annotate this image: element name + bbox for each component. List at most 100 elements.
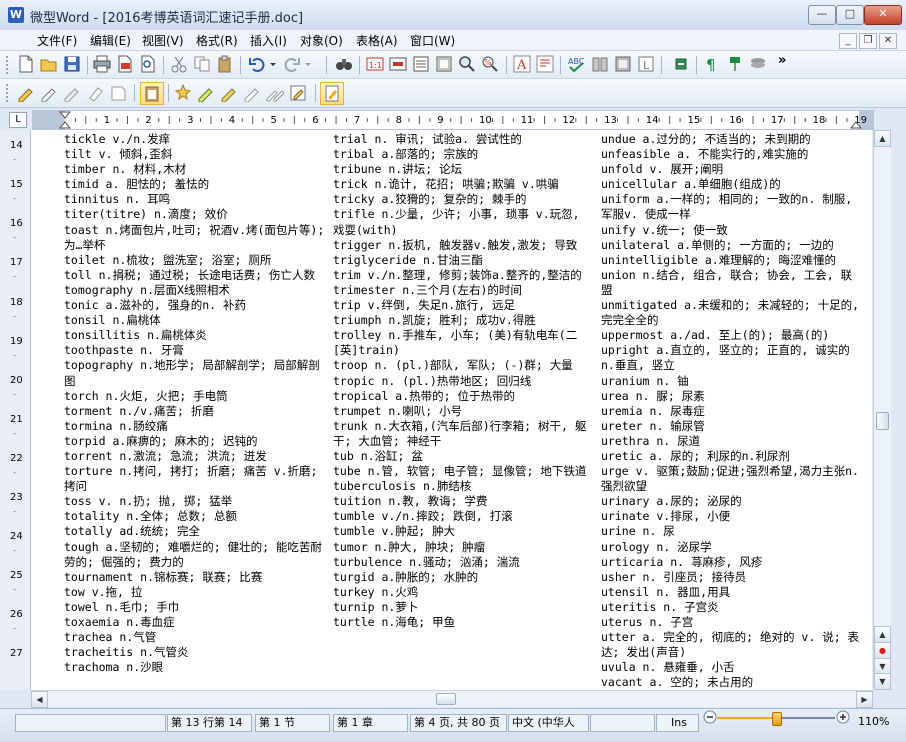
zoom-magnifier-icon[interactable]: [458, 55, 476, 73]
cut-icon[interactable]: [170, 55, 188, 73]
zoom-in-icon[interactable]: [836, 710, 850, 724]
percent-zoom-icon[interactable]: %: [481, 55, 499, 73]
table-icon[interactable]: [614, 55, 632, 73]
text-box-icon[interactable]: [536, 55, 554, 73]
copy-icon[interactable]: [193, 55, 211, 73]
horizontal-scrollbar[interactable]: ◀ ▶: [31, 690, 873, 708]
menu-insert[interactable]: 插入(I): [250, 32, 287, 49]
menu-file[interactable]: 文件(F): [37, 32, 77, 49]
status-empty: [590, 714, 655, 732]
columns-icon[interactable]: [591, 55, 609, 73]
menu-object[interactable]: 对象(O): [300, 32, 343, 49]
title-bar: W 微型Word - [2016考博英语词汇速记手册.doc] — □ ✕: [0, 0, 906, 31]
entry-line: uretic a. 尿的; 利尿的n.利尿剂: [601, 448, 790, 463]
menu-edit[interactable]: 编辑(E): [90, 32, 131, 49]
page-setup-icon[interactable]: [435, 55, 453, 73]
frame-icon[interactable]: L: [637, 55, 655, 73]
check-pen-icon[interactable]: [197, 84, 215, 102]
blank-pen-icon[interactable]: [109, 84, 127, 102]
redo-icon[interactable]: [283, 55, 301, 73]
word-app-icon[interactable]: W: [8, 7, 24, 23]
review-toggle-button[interactable]: [320, 82, 344, 105]
page-layout-icon[interactable]: [412, 55, 430, 73]
paragraph-mark-icon[interactable]: ¶: [703, 55, 721, 73]
scroll-up-icon[interactable]: ▲: [874, 130, 891, 147]
scroll-down-icon[interactable]: ▼: [874, 673, 891, 690]
vertical-ruler-number: 24: [10, 531, 23, 542]
format-brush-icon[interactable]: [726, 55, 744, 73]
minimize-button[interactable]: —: [808, 5, 836, 25]
entry-line: uranium n. 铀: [601, 373, 689, 388]
mark-star-icon[interactable]: [174, 84, 192, 102]
toolbar-grip[interactable]: [6, 84, 11, 102]
close-button[interactable]: ✕: [864, 5, 902, 25]
clipboard-toggle-button[interactable]: [140, 82, 164, 105]
entry-line: torpid a.麻痹的; 麻木的; 迟钝的: [64, 433, 258, 448]
entry-line: tough a.坚韧的; 难嚼烂的; 健壮的; 能吃苦耐劳的; 倔强的; 费力的: [64, 539, 322, 569]
spell-check-icon[interactable]: ABC: [567, 55, 585, 73]
undo-icon[interactable]: [248, 55, 266, 73]
sync-icon[interactable]: [672, 55, 690, 73]
eraser-pen-icon[interactable]: [63, 84, 81, 102]
print-icon[interactable]: [93, 55, 111, 73]
print-preview-icon[interactable]: [139, 55, 157, 73]
status-insert-mode[interactable]: Ins: [656, 714, 699, 732]
pdf-export-icon[interactable]: [116, 55, 134, 73]
menu-window[interactable]: 窗口(W): [410, 32, 455, 49]
entry-line: tilt v. 倾斜,歪斜: [64, 147, 173, 162]
zoom-slider[interactable]: [717, 712, 835, 726]
horizontal-ruler[interactable]: 1 2 3 4 5 6 7 8 9 10 11 12 13 14 15 16 17 18 19: [32, 110, 874, 130]
delete-pen-icon[interactable]: [86, 84, 104, 102]
document-close-button[interactable]: ✕: [879, 33, 897, 49]
zoom-slider-thumb[interactable]: [772, 712, 782, 726]
open-folder-icon[interactable]: [40, 55, 58, 73]
text-column-3[interactable]: undue a.过分的; 不适当的; 未到期的 unfeasible a. 不能实…: [601, 132, 863, 690]
pen-toolbar: [0, 79, 906, 108]
previous-page-icon[interactable]: ▲: [874, 626, 891, 643]
pencil-icon[interactable]: [40, 84, 58, 102]
scroll-thumb[interactable]: [876, 412, 889, 430]
menu-view[interactable]: 视图(V): [142, 32, 184, 49]
find-binoculars-icon[interactable]: [335, 55, 353, 73]
document-minimize-button[interactable]: _: [839, 33, 857, 49]
ruler-tick-label: 18: [813, 115, 826, 126]
entry-line: tricky a.狡猾的; 复杂的; 棘手的: [333, 192, 527, 207]
page-number-icon[interactable]: 1:1: [366, 55, 384, 73]
new-document-icon[interactable]: [17, 55, 35, 73]
horizontal-scroll-thumb[interactable]: [436, 693, 456, 705]
browse-object-icon[interactable]: ●: [874, 642, 891, 659]
zoom-out-icon[interactable]: [703, 710, 717, 724]
insert-field-icon[interactable]: [389, 55, 407, 73]
redo-dropdown-icon[interactable]: [303, 55, 313, 73]
entry-line: tumor n.肿大, 肿块; 肿瘤: [333, 539, 486, 554]
vertical-ruler[interactable]: 14 - 15 - 16 - 17 - 18 - 19 - 20 - 21 - …: [0, 130, 31, 690]
toolbar-overflow-button[interactable]: »: [778, 53, 786, 68]
menu-table[interactable]: 表格(A): [356, 32, 398, 49]
font-color-icon[interactable]: A: [513, 55, 531, 73]
tab-stop-selector[interactable]: L: [9, 112, 27, 128]
text-column-2[interactable]: trial n. 审讯; 试验a. 尝试性的 tribal a.部落的; 宗族的 t…: [333, 132, 595, 630]
outline-pen-icon[interactable]: [243, 84, 261, 102]
entry-line: urology n. 泌尿学: [601, 539, 712, 554]
undo-dropdown-icon[interactable]: [268, 55, 278, 73]
highlight-pen-icon[interactable]: [17, 84, 35, 102]
vertical-scrollbar[interactable]: ▲ ▲ ● ▼ ▼: [873, 130, 891, 690]
text-column-1[interactable]: tickle v./n.发痒 tilt v. 倾斜,歪斜 timber n. 材料,…: [64, 132, 326, 675]
annotate-pen-icon[interactable]: [220, 84, 238, 102]
vertical-ruler-number: 20: [10, 375, 23, 386]
ruler-tick-label: 4: [229, 115, 235, 126]
toolbar-grip[interactable]: [6, 56, 11, 74]
multi-pen-icon[interactable]: [266, 84, 284, 102]
standard-toolbar: 1:1 % A ABC L ¶ »: [0, 51, 906, 79]
document-page[interactable]: tickle v./n.发痒 tilt v. 倾斜,歪斜 timber n. 材料,…: [31, 130, 872, 690]
paste-icon[interactable]: [216, 55, 234, 73]
menu-format[interactable]: 格式(R): [196, 32, 238, 49]
save-icon[interactable]: [63, 55, 81, 73]
stack-icon[interactable]: [749, 55, 767, 73]
document-restore-button[interactable]: ❐: [859, 33, 877, 49]
scroll-left-icon[interactable]: ◀: [31, 691, 48, 708]
scroll-right-icon[interactable]: ▶: [856, 691, 873, 708]
notes-edit-icon[interactable]: [289, 84, 307, 102]
maximize-button[interactable]: □: [836, 5, 864, 25]
zoom-percentage[interactable]: 110%: [858, 715, 889, 728]
